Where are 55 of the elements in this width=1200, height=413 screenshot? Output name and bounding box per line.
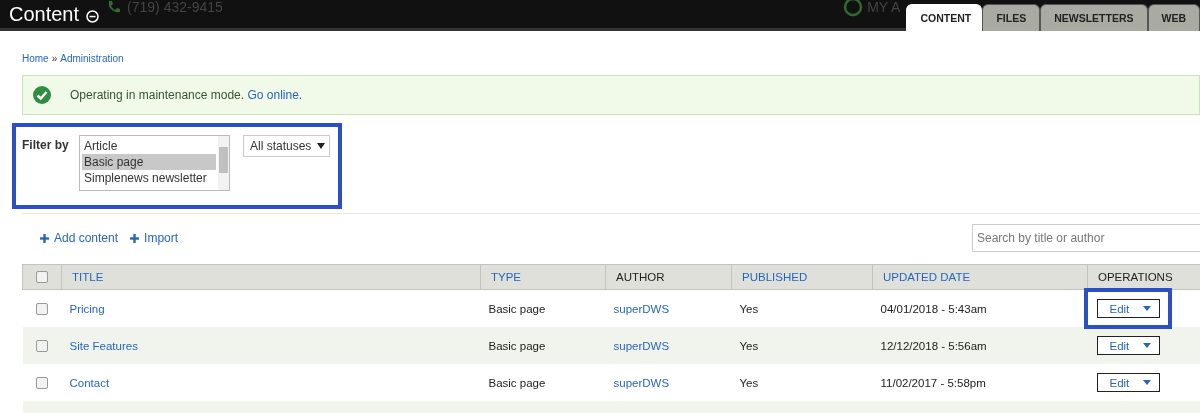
check-icon: [33, 86, 51, 104]
user-icon: [843, 0, 864, 17]
listbox-option[interactable]: Article: [82, 138, 216, 154]
edit-button[interactable]: Edit: [1096, 299, 1161, 318]
scrollbar[interactable]: [218, 136, 229, 190]
table-cell: Yes: [739, 302, 759, 315]
edit-button[interactable]: Edit: [1096, 373, 1161, 392]
breadcrumb-link[interactable]: Home: [22, 53, 49, 67]
tab[interactable]: NEWSLETTERS: [1040, 4, 1148, 31]
title-link[interactable]: Site Features: [69, 339, 138, 352]
row-checkbox[interactable]: [36, 340, 48, 352]
listbox-option[interactable]: Simplenews newsletter: [82, 170, 216, 186]
search-field[interactable]: Search by title or author: [972, 224, 1200, 252]
action-link[interactable]: Add content: [40, 231, 119, 245]
title-link[interactable]: Pricing: [69, 302, 105, 315]
column-header[interactable]: PUBLISHED: [731, 264, 873, 290]
tab[interactable]: CONTENT: [906, 4, 983, 31]
breadcrumb-link[interactable]: Administration: [60, 53, 124, 67]
column-header[interactable]: TITLE: [61, 264, 481, 290]
author-link[interactable]: superDWS: [613, 302, 670, 315]
table-cell: Basic page: [488, 302, 546, 315]
author-link[interactable]: superDWS: [613, 339, 670, 352]
table-cell: Basic page: [488, 339, 546, 352]
table-cell: 04/01/2018 - 5:43am: [880, 302, 987, 315]
table-cell: Yes: [739, 339, 759, 352]
column-header[interactable]: TYPE: [480, 264, 606, 290]
select-all-checkbox[interactable]: [36, 271, 48, 284]
table-cell: 12/12/2018 - 5:56am: [880, 339, 987, 352]
filter-label: Filter by: [22, 138, 70, 152]
collapse-icon[interactable]: [86, 9, 100, 23]
action-link[interactable]: Import: [130, 231, 179, 245]
status-dropdown[interactable]: All statuses: [243, 135, 331, 157]
plus-icon: [130, 233, 140, 243]
listbox-option[interactable]: Basic page: [82, 154, 216, 170]
table-cell: Yes: [739, 376, 759, 389]
plus-icon: [40, 233, 49, 243]
page-title: Content: [9, 2, 80, 27]
row-checkbox[interactable]: [36, 377, 48, 389]
phone-icon: [107, 0, 122, 14]
tab[interactable]: WEB: [1147, 4, 1200, 31]
title-link[interactable]: Contact: [69, 376, 110, 389]
table-cell: 11/02/2017 - 5:58pm: [880, 376, 986, 389]
caret-icon[interactable]: [317, 143, 326, 149]
breadcrumb-separator: »: [51, 53, 58, 66]
author-link[interactable]: superDWS: [613, 376, 670, 389]
tab[interactable]: FILES: [982, 4, 1041, 31]
table-cell: Basic page: [488, 376, 546, 389]
column-header: AUTHOR: [605, 264, 732, 290]
edit-button[interactable]: Edit: [1096, 336, 1161, 355]
column-header[interactable]: UPDATED DATE: [872, 264, 1088, 290]
message-text: Operating in maintenance mode. Go online.: [70, 88, 303, 102]
row-checkbox[interactable]: [36, 303, 48, 315]
column-header: OPERATIONS: [1087, 264, 1200, 290]
go-online-link[interactable]: Go online.: [247, 88, 303, 102]
type-listbox[interactable]: Article Basic page Simplenews newsletter: [79, 135, 230, 191]
